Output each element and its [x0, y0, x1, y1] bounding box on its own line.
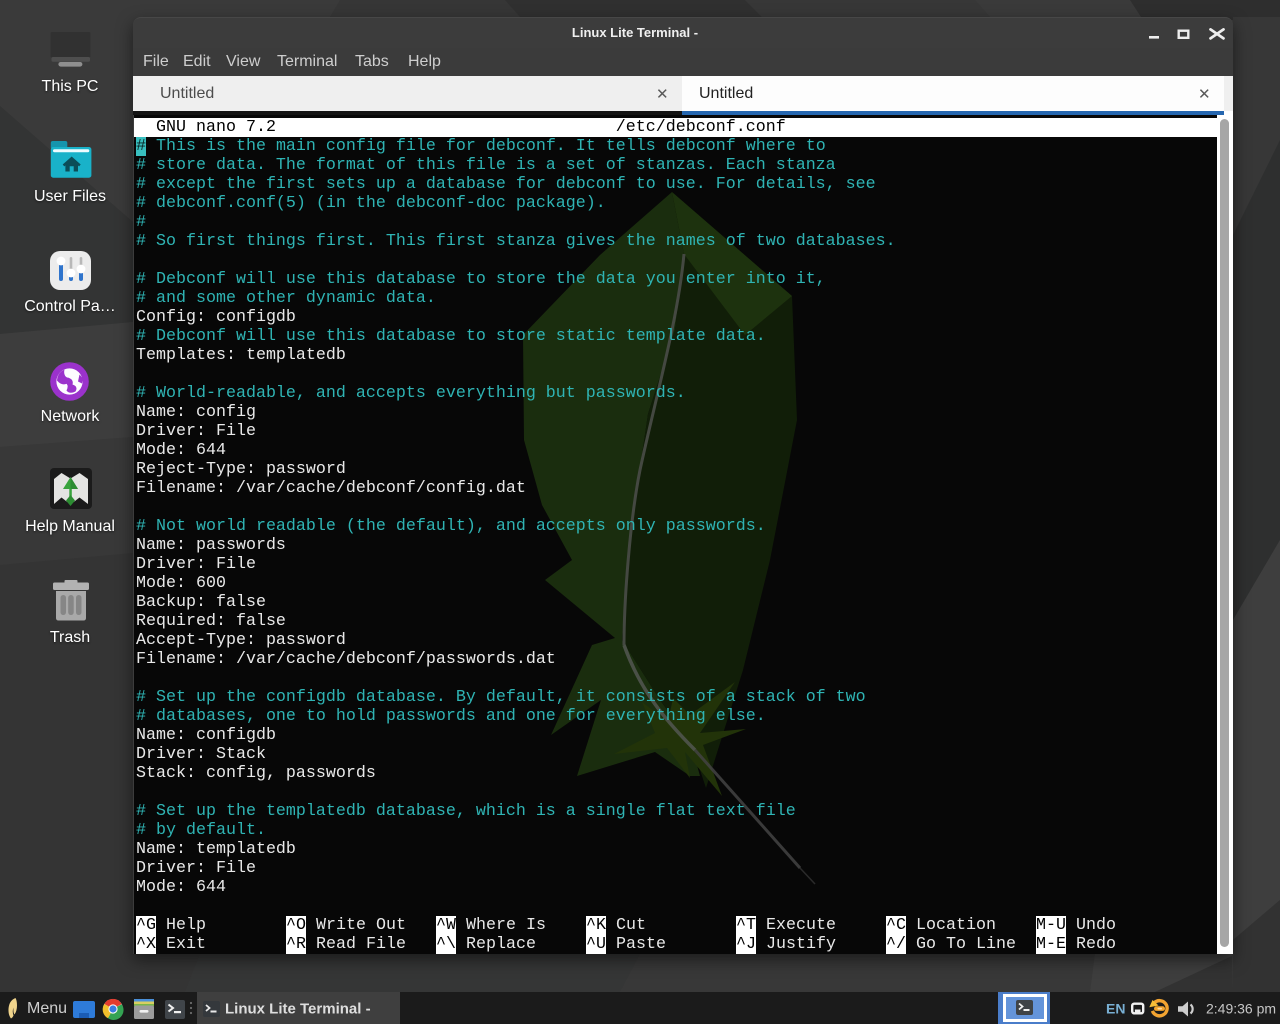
svg-text:EN: EN — [1106, 1001, 1125, 1017]
svg-text:Linux Lite Terminal -: Linux Lite Terminal - — [225, 1001, 371, 1018]
svg-text:2:49:36 pm: 2:49:36 pm — [1206, 1001, 1276, 1017]
svg-text:Menu: Menu — [27, 1000, 67, 1017]
